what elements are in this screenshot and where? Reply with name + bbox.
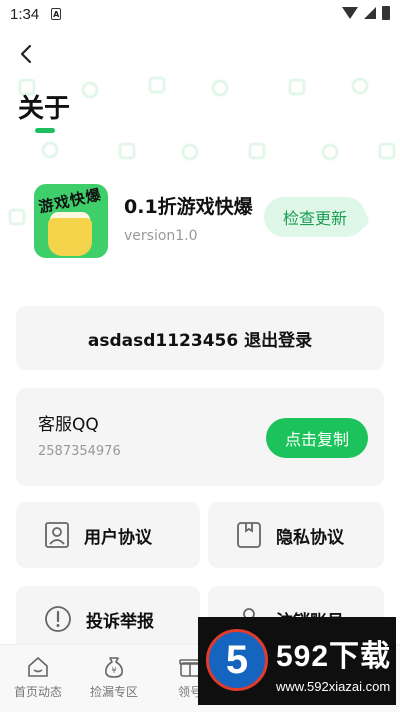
status-time: 1:34: [10, 5, 40, 23]
watermark-logo: 5: [206, 629, 268, 691]
privacy-agreement-label: 隐私协议: [276, 527, 344, 548]
watermark-url: www.592xiazai.com: [276, 679, 391, 694]
tab-home[interactable]: 首页动态: [0, 645, 76, 712]
user-doc-icon: [45, 522, 69, 548]
warning-icon: [45, 606, 71, 632]
user-agreement-button[interactable]: 用户协议: [16, 502, 200, 568]
tab-bargain-label: 捡漏专区: [89, 685, 138, 699]
page-title: 关于: [18, 94, 71, 124]
report-label: 投诉举报: [86, 611, 154, 632]
money-bag-icon: ¥: [105, 657, 123, 678]
logout-button[interactable]: asdasd1123456 退出登录: [16, 306, 384, 370]
back-button[interactable]: [14, 42, 38, 66]
wifi-icon: [342, 7, 358, 19]
status-bar: 1:34 A: [0, 0, 400, 28]
app-name: 0.1折游戏快爆: [124, 196, 253, 218]
tab-bargain[interactable]: ¥ 捡漏专区: [76, 645, 152, 712]
tab-home-label: 首页动态: [13, 685, 62, 699]
privacy-agreement-button[interactable]: 隐私协议: [208, 502, 384, 568]
check-update-button[interactable]: 检查更新: [264, 197, 366, 237]
copy-button[interactable]: 点击复制: [266, 418, 368, 458]
bucket-shape: [48, 218, 92, 256]
report-button[interactable]: 投诉举报: [16, 586, 200, 652]
app-icon: 游戏快爆: [34, 184, 108, 258]
svg-text:¥: ¥: [111, 666, 116, 675]
app-version: version1.0: [124, 228, 198, 244]
document-icon: [237, 522, 261, 548]
status-icons: [342, 6, 390, 20]
support-title: 客服QQ: [38, 415, 99, 435]
user-agreement-label: 用户协议: [84, 527, 152, 548]
title-underline: [35, 128, 55, 133]
chevron-left-icon: [20, 44, 32, 64]
watermark-banner: 5 592下载 www.592xiazai.com: [198, 617, 396, 705]
logout-label: asdasd1123456 退出登录: [87, 330, 313, 351]
watermark-title: 592下载: [276, 640, 392, 673]
notification-icon: A: [51, 8, 62, 20]
qq-number: 2587354976: [38, 444, 121, 459]
home-icon: [28, 657, 48, 677]
battery-icon: [382, 6, 390, 20]
support-qq-card: 客服QQ 2587354976 点击复制: [16, 388, 384, 486]
signal-icon: [364, 7, 376, 19]
